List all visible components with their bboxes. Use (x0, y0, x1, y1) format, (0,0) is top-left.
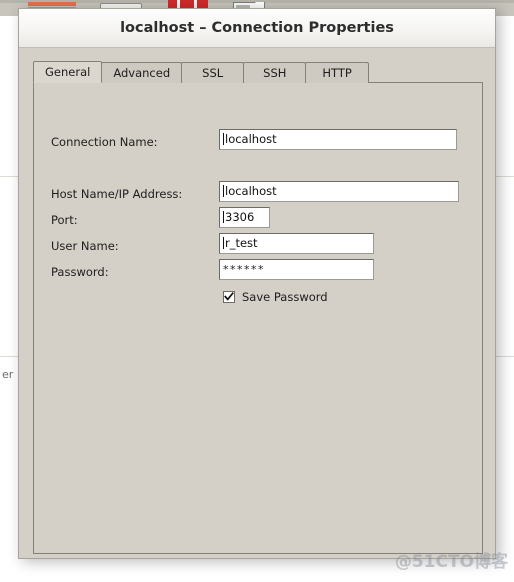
tab-strip: General Advanced SSL SSH HTTP (33, 61, 369, 83)
save-password-checkbox-row[interactable]: Save Password (223, 290, 328, 304)
host-name-input[interactable]: localhost (219, 181, 459, 202)
tab-advanced-label: Advanced (113, 66, 171, 80)
checkmark-icon[interactable] (223, 291, 235, 303)
host-name-label: Host Name/IP Address: (51, 187, 183, 201)
tab-http-label: HTTP (322, 66, 352, 80)
dialog-title: localhost – Connection Properties (120, 20, 394, 36)
save-password-label: Save Password (242, 290, 328, 304)
background-sidebar-label: er (2, 368, 14, 381)
password-input[interactable]: ****** (219, 259, 374, 280)
tab-ssl-label: SSL (202, 66, 224, 80)
port-value: 3306 (225, 210, 255, 224)
tab-ssh-label: SSH (263, 66, 287, 80)
tab-content-panel: Connection Name: localhost Host Name/IP … (33, 82, 483, 554)
port-label: Port: (51, 213, 78, 227)
port-input[interactable]: 3306 (219, 207, 270, 228)
dialog-body: General Advanced SSL SSH HTTP Connection… (19, 48, 495, 558)
tab-general[interactable]: General (33, 61, 103, 83)
user-name-input[interactable]: r_test (219, 233, 374, 254)
tab-ssh[interactable]: SSH (243, 62, 307, 83)
screen: er localhost – Connection Properties Gen… (0, 0, 514, 582)
dialog-titlebar[interactable]: localhost – Connection Properties (19, 9, 495, 48)
connection-properties-dialog: localhost – Connection Properties Genera… (18, 8, 496, 559)
connection-name-label: Connection Name: (51, 135, 158, 149)
user-name-label: User Name: (51, 239, 119, 253)
host-name-value: localhost (225, 184, 277, 198)
connection-name-value: localhost (225, 132, 277, 146)
user-name-value: r_test (225, 236, 258, 250)
tab-http[interactable]: HTTP (305, 62, 369, 83)
tab-ssl[interactable]: SSL (181, 62, 245, 83)
password-label: Password: (51, 265, 109, 279)
watermark: @51CTO博客 (394, 552, 508, 572)
password-value: ****** (223, 263, 265, 276)
connection-name-input[interactable]: localhost (219, 129, 457, 150)
tab-advanced[interactable]: Advanced (101, 62, 183, 83)
tab-general-label: General (45, 65, 91, 79)
